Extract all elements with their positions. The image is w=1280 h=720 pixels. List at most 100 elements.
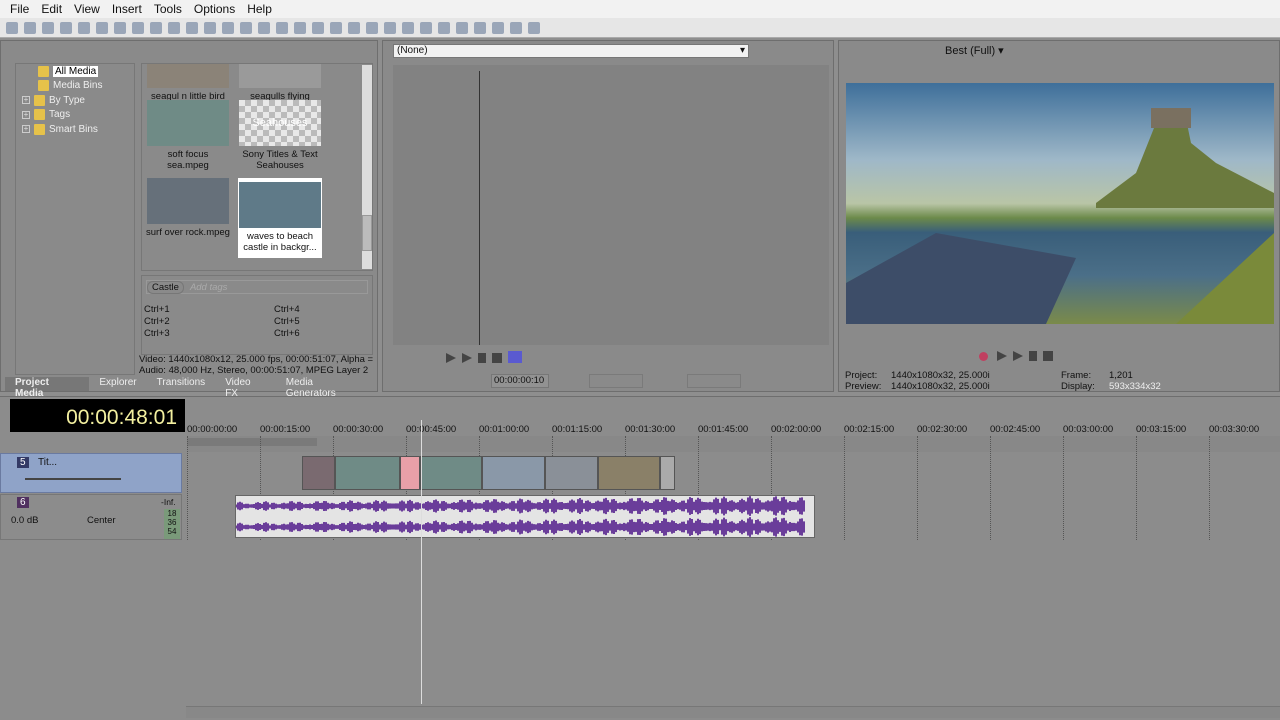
toolbar-button-icon[interactable] xyxy=(96,21,108,34)
video-track-header[interactable]: 5 Tit... xyxy=(0,453,182,493)
play-from-start-icon[interactable] xyxy=(462,353,472,363)
stop-icon[interactable] xyxy=(492,353,502,363)
toolbar-button-icon[interactable] xyxy=(528,21,540,34)
toolbar-button-icon[interactable] xyxy=(258,21,270,34)
video-clip[interactable] xyxy=(545,456,598,490)
playhead[interactable] xyxy=(420,420,422,704)
toolbar-button-icon[interactable] xyxy=(348,21,360,34)
folder-icon xyxy=(34,123,45,135)
video-clip[interactable] xyxy=(302,456,335,490)
tab-video-fx[interactable]: Video FX xyxy=(215,377,276,399)
window-tabs: Project Media Explorer Transitions Video FX… xyxy=(5,377,375,399)
media-scrollbar[interactable] xyxy=(362,65,372,269)
tags-placeholder: Add tags xyxy=(189,281,228,293)
tree-item-smart-bins[interactable]: + Smart Bins xyxy=(16,122,134,137)
tags-input[interactable]: Castle Add tags xyxy=(146,280,368,294)
menu-help[interactable]: Help xyxy=(241,2,278,16)
trimmer-out-field[interactable] xyxy=(687,374,741,388)
toolbar-button-icon[interactable] xyxy=(402,21,414,34)
toolbar-button-icon[interactable] xyxy=(474,21,486,34)
menu-edit[interactable]: Edit xyxy=(35,2,68,16)
toolbar-button-icon[interactable] xyxy=(6,21,18,34)
play-from-start-icon[interactable] xyxy=(1013,351,1023,361)
tab-transitions[interactable]: Transitions xyxy=(147,377,216,391)
media-thumbnail[interactable]: Seahouses Sony Titles & Text Seahouses xyxy=(238,100,322,171)
tree-item-tags[interactable]: + Tags xyxy=(16,108,134,123)
menu-file[interactable]: File xyxy=(4,2,35,16)
ruler-label: 00:00:00:00 xyxy=(187,424,238,435)
toolbar-button-icon[interactable] xyxy=(114,21,126,34)
video-clip[interactable] xyxy=(660,456,675,490)
menu-tools[interactable]: Tools xyxy=(148,2,188,16)
play-icon[interactable] xyxy=(446,353,456,363)
expand-icon[interactable]: + xyxy=(22,96,30,105)
menu-insert[interactable]: Insert xyxy=(106,2,148,16)
toolbar-button-icon[interactable] xyxy=(384,21,396,34)
toolbar-button-icon[interactable] xyxy=(222,21,234,34)
menu-view[interactable]: View xyxy=(68,2,106,16)
media-grid: seagul n little birdeating.mpegseagulls … xyxy=(141,63,373,271)
play-icon[interactable] xyxy=(997,351,1007,361)
toolbar-button-icon[interactable] xyxy=(492,21,504,34)
video-clip[interactable] xyxy=(335,456,400,490)
toolbar-button-icon[interactable] xyxy=(42,21,54,34)
media-thumbnail[interactable]: soft focus sea.mpeg xyxy=(146,100,230,171)
trimmer-in-field[interactable] xyxy=(589,374,643,388)
pause-icon[interactable] xyxy=(478,353,486,363)
tab-explorer[interactable]: Explorer xyxy=(89,377,146,391)
pause-icon[interactable] xyxy=(1029,351,1037,361)
video-clip[interactable] xyxy=(420,456,482,490)
media-thumbnail[interactable]: surf over rock.mpeg xyxy=(146,178,230,238)
video-clip[interactable] xyxy=(482,456,545,490)
tag-castle[interactable]: Castle xyxy=(147,280,184,294)
toolbar-button-icon[interactable] xyxy=(204,21,216,34)
video-info: Video: 1440x1080x12, 25.000 fps, 00:00:5… xyxy=(139,354,374,365)
tree-item-by-type[interactable]: + By Type xyxy=(16,93,134,108)
opacity-slider[interactable] xyxy=(25,478,121,480)
toolbar-button-icon[interactable] xyxy=(60,21,72,34)
video-preview-panel: Best (Full) ▾ Project: 1440x1080x32, 25.0… xyxy=(838,40,1280,392)
toolbar-button-icon[interactable] xyxy=(456,21,468,34)
toolbar-button-icon[interactable] xyxy=(78,21,90,34)
media-thumbnail[interactable]: waves to beach castle in backgr... xyxy=(238,178,322,258)
toolbar-button-icon[interactable] xyxy=(438,21,450,34)
stop-icon[interactable] xyxy=(1043,351,1053,361)
toolbar-button-icon[interactable] xyxy=(330,21,342,34)
meter-peak: -Inf. xyxy=(161,497,176,507)
toolbar-button-icon[interactable] xyxy=(132,21,144,34)
toolbar-button-icon[interactable] xyxy=(186,21,198,34)
audio-track-header[interactable]: 6 0.0 dB Center -Inf. 18 36 54 xyxy=(0,494,182,540)
tree-item-all-media[interactable]: All Media xyxy=(16,64,134,79)
toolbar-button-icon[interactable] xyxy=(168,21,180,34)
expand-icon[interactable]: + xyxy=(22,125,30,134)
tree-item-media-bins[interactable]: Media Bins xyxy=(16,79,134,94)
video-clip[interactable] xyxy=(598,456,660,490)
menu-options[interactable]: Options xyxy=(188,2,241,16)
tree-item-label: All Media xyxy=(53,65,99,77)
trimmer-mode-icon[interactable] xyxy=(508,351,522,363)
toolbar-button-icon[interactable] xyxy=(510,21,522,34)
expand-icon[interactable]: + xyxy=(22,110,30,119)
toolbar-button-icon[interactable] xyxy=(24,21,36,34)
toolbar-button-icon[interactable] xyxy=(312,21,324,34)
toolbar-button-icon[interactable] xyxy=(150,21,162,34)
toolbar-button-icon[interactable] xyxy=(366,21,378,34)
meter-tick: 54 xyxy=(167,527,177,536)
toolbar-button-icon[interactable] xyxy=(240,21,252,34)
tab-media-generators[interactable]: Media Generators xyxy=(276,377,375,399)
record-icon[interactable] xyxy=(979,352,988,361)
ruler-label: 00:00:45:00 xyxy=(406,424,457,435)
toolbar-button-icon[interactable] xyxy=(294,21,306,34)
toolbar-button-icon[interactable] xyxy=(276,21,288,34)
preview-quality-dropdown[interactable]: Best (Full) ▾ xyxy=(945,44,1004,57)
timeline-scrollbar[interactable] xyxy=(186,706,1280,718)
tree-item-label: Media Bins xyxy=(53,80,103,92)
trimmer-dropdown[interactable]: (None) ▾ xyxy=(393,44,749,58)
toolbar-button-icon[interactable] xyxy=(420,21,432,34)
chevron-down-icon: ▾ xyxy=(739,45,745,56)
video-clip[interactable] xyxy=(400,456,420,490)
tab-project-media[interactable]: Project Media xyxy=(5,377,90,399)
trimmer-timecode[interactable]: 00:00:00:10 xyxy=(491,374,549,388)
track-name[interactable]: Tit... xyxy=(38,457,57,468)
audio-clip[interactable] xyxy=(235,495,815,538)
